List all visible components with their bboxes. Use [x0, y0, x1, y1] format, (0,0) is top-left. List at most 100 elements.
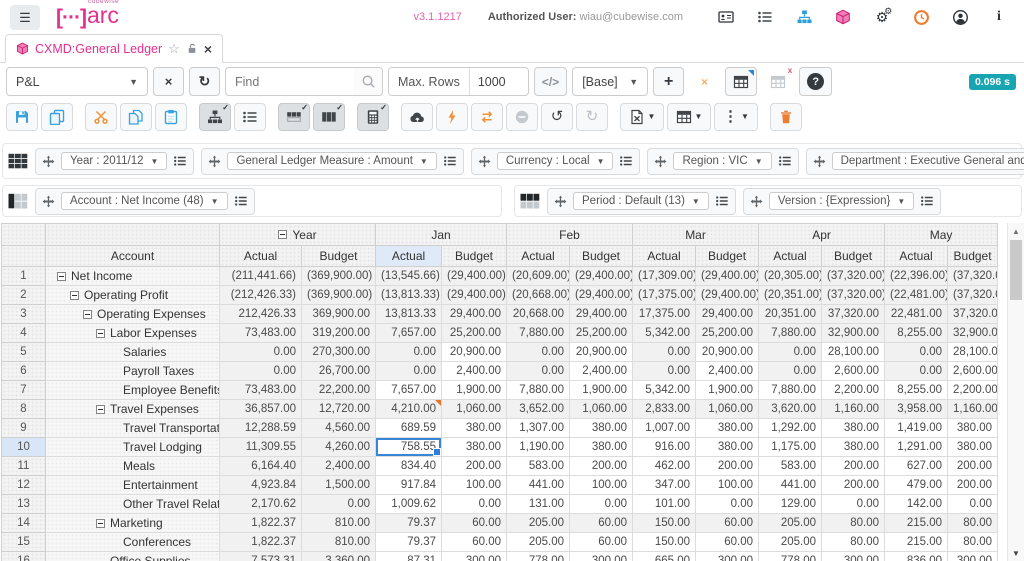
measure-header-actual[interactable]: Actual: [632, 245, 697, 267]
collapse-icon[interactable]: [96, 518, 105, 528]
value-cell[interactable]: 778.00: [506, 551, 571, 561]
value-cell[interactable]: 205.00: [758, 513, 823, 533]
row-dimension-chip-label[interactable]: Account : Net Income (48) ▼: [61, 192, 228, 210]
favorite-star-icon[interactable]: ☆: [168, 41, 180, 57]
value-cell[interactable]: 380.00: [695, 418, 760, 438]
value-cell[interactable]: 0.00: [301, 494, 376, 514]
calculator-button[interactable]: ✓: [357, 102, 389, 131]
row-number[interactable]: 10: [1, 437, 46, 457]
value-cell[interactable]: 300.00: [695, 551, 760, 561]
row-number[interactable]: 4: [1, 323, 46, 343]
move-icon[interactable]: [750, 195, 763, 208]
value-cell[interactable]: 462.00: [632, 456, 697, 476]
row-number[interactable]: 12: [1, 475, 46, 495]
value-cell[interactable]: 200.00: [569, 456, 634, 476]
value-cell[interactable]: (20,609.00): [506, 266, 571, 286]
value-cell[interactable]: 22,200.00: [301, 380, 376, 400]
list-icon[interactable]: [756, 8, 774, 26]
excel-button[interactable]: ▼: [620, 102, 664, 131]
value-cell[interactable]: 7,880.00: [758, 323, 823, 343]
column-group-mar[interactable]: Mar: [632, 223, 760, 246]
value-cell[interactable]: 1,160.00: [947, 399, 999, 419]
account-cell[interactable]: Net Income: [45, 266, 220, 286]
subset-list-icon[interactable]: [443, 154, 457, 168]
value-cell[interactable]: (29,400.00): [440, 266, 508, 286]
value-cell[interactable]: 4,560.00: [301, 418, 376, 438]
value-cell[interactable]: 11,309.55: [219, 437, 302, 457]
scroll-up-arrow-icon[interactable]: ▲: [1008, 223, 1024, 239]
refresh-button[interactable]: ↻: [189, 67, 220, 96]
value-cell[interactable]: 1,900.00: [695, 380, 760, 400]
row-number[interactable]: 15: [1, 532, 46, 552]
value-cell[interactable]: (29,400.00): [569, 285, 634, 305]
value-cell[interactable]: (29,400.00): [440, 285, 508, 305]
value-cell[interactable]: 0.00: [219, 361, 302, 381]
help-button[interactable]: ?: [799, 67, 833, 96]
value-cell[interactable]: 0.00: [884, 361, 949, 381]
value-cell[interactable]: (29,400.00): [569, 266, 634, 286]
value-cell[interactable]: 29,400.00: [569, 304, 634, 324]
value-cell[interactable]: 87.31: [375, 551, 442, 561]
value-cell[interactable]: 20,668.00: [506, 304, 571, 324]
value-cell[interactable]: 100.00: [440, 475, 508, 495]
value-cell[interactable]: 205.00: [506, 532, 571, 552]
value-cell[interactable]: (17,309.00): [632, 266, 697, 286]
value-cell[interactable]: 73,483.00: [219, 380, 302, 400]
value-cell[interactable]: 100.00: [569, 475, 634, 495]
vertical-scrollbar[interactable]: ▲ ▼: [1007, 223, 1024, 561]
measure-header-budget[interactable]: Budget: [440, 245, 508, 267]
row-number[interactable]: 5: [1, 342, 46, 362]
value-cell[interactable]: 6,164.40: [219, 456, 302, 476]
value-cell[interactable]: 300.00: [440, 551, 508, 561]
value-cell[interactable]: 0.00: [569, 494, 634, 514]
value-cell[interactable]: 583.00: [506, 456, 571, 476]
column-group-jan[interactable]: Jan: [374, 223, 508, 246]
value-cell[interactable]: (20,668.00): [506, 285, 571, 305]
measure-header-actual[interactable]: Actual: [219, 245, 302, 267]
value-cell[interactable]: 215.00: [884, 513, 949, 533]
move-icon[interactable]: [478, 155, 491, 168]
find-input[interactable]: [226, 74, 354, 89]
collapse-icon[interactable]: [57, 271, 66, 281]
column-group-apr[interactable]: Apr: [758, 223, 886, 246]
header-cols-button[interactable]: ✓: [313, 102, 345, 131]
value-cell[interactable]: 0.00: [375, 361, 442, 381]
value-cell[interactable]: 2,400.00: [569, 361, 634, 381]
value-cell[interactable]: 0.00: [506, 342, 571, 362]
measure-header-budget[interactable]: Budget: [695, 245, 760, 267]
kebab-button[interactable]: ⋮ ▼: [714, 102, 758, 131]
value-cell[interactable]: 17,375.00: [632, 304, 697, 324]
value-cell[interactable]: 101.00: [632, 494, 697, 514]
tab-close-icon[interactable]: ×: [204, 42, 212, 56]
value-cell[interactable]: 150.00: [632, 532, 697, 552]
measure-header-budget[interactable]: Budget: [947, 245, 999, 267]
minus-circle-button[interactable]: [506, 102, 538, 131]
value-cell[interactable]: 142.00: [884, 494, 949, 514]
value-cell[interactable]: 916.00: [632, 437, 697, 457]
account-cell[interactable]: Salaries: [45, 342, 220, 362]
value-cell[interactable]: 2,400.00: [440, 361, 508, 381]
measure-header-budget[interactable]: Budget: [569, 245, 634, 267]
value-cell[interactable]: 205.00: [506, 513, 571, 533]
move-icon[interactable]: [554, 195, 567, 208]
value-cell[interactable]: 4,260.00: [301, 437, 376, 457]
value-cell[interactable]: 200.00: [821, 456, 886, 476]
value-cell[interactable]: 60.00: [440, 532, 508, 552]
row-number[interactable]: 11: [1, 456, 46, 476]
value-cell[interactable]: 200.00: [821, 475, 886, 495]
tab-general-ledger[interactable]: CXMD:General Ledger ☆ ×: [5, 34, 223, 63]
value-cell[interactable]: 2,600.00: [821, 361, 886, 381]
value-cell[interactable]: 7,880.00: [758, 380, 823, 400]
value-cell[interactable]: 2,600.00: [947, 361, 999, 381]
value-cell[interactable]: (37,320.00): [821, 266, 886, 286]
value-cell[interactable]: 1,291.00: [884, 437, 949, 457]
value-cell[interactable]: (369,900.00): [301, 266, 376, 286]
value-cell[interactable]: 100.00: [695, 475, 760, 495]
title-dimension-chip-label[interactable]: General Ledger Measure : Amount ▼: [227, 152, 437, 170]
value-cell[interactable]: 0.00: [821, 494, 886, 514]
copy-button[interactable]: [41, 102, 73, 131]
value-cell[interactable]: 150.00: [632, 513, 697, 533]
row-number[interactable]: 7: [1, 380, 46, 400]
value-cell[interactable]: (37,320.00): [821, 285, 886, 305]
value-cell[interactable]: 3,360.00: [301, 551, 376, 561]
